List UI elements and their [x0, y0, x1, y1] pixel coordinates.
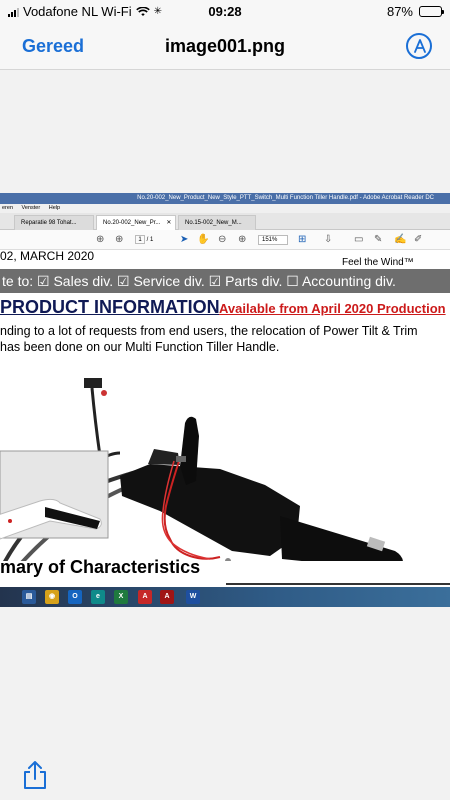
tab-label: No.20-002_New_Pr... — [103, 220, 161, 226]
windows-taskbar: ▤ ◉ Oe X A A W — [0, 587, 450, 607]
availability-note: Available from April 2020 Production — [219, 301, 446, 316]
previous-page-icon[interactable]: ⊕ — [96, 233, 104, 247]
distribution-route: te to: ☑ Sales div. ☑ Service div. ☑ Par… — [0, 269, 450, 293]
tab-close-icon[interactable]: ✕ — [166, 220, 171, 226]
tab-no20-002[interactable]: No.20-002_New_Pr... ✕ — [96, 215, 176, 230]
document-body-line: has been done on our Multi Function Till… — [0, 340, 280, 354]
acrobat-active-icon[interactable]: A — [160, 590, 174, 604]
acrobat-icon[interactable]: A — [138, 590, 152, 604]
comment-icon[interactable]: ▭ — [354, 233, 363, 247]
zoom-select[interactable]: 151% — [258, 235, 288, 245]
screenshot-image: No.20-002_New_Product_New_Style_PTT_Swit… — [0, 193, 450, 607]
status-time: 09:28 — [208, 4, 242, 19]
highlight-pen-icon[interactable]: ✎ — [374, 233, 382, 247]
menu-item-edit[interactable]: eren — [2, 205, 13, 211]
scroll-mode-icon[interactable]: ⇩ — [324, 233, 332, 247]
menu-item-window[interactable]: Venster — [22, 205, 41, 211]
document-date: 02, MARCH 2020 — [0, 249, 95, 263]
chrome-icon[interactable]: ◉ — [45, 590, 59, 604]
tab-label: Reparatie 98 Tohat... — [21, 220, 77, 226]
file-explorer-icon[interactable]: ▤ — [22, 590, 36, 604]
select-cursor-icon[interactable]: ➤ — [180, 233, 188, 247]
summary-heading: mary of Characteristics — [0, 557, 201, 577]
tiller-handle-photo — [0, 378, 403, 561]
status-right: 87% — [386, 4, 444, 19]
excel-icon[interactable]: X — [114, 590, 128, 604]
acrobat-tab-bar: Reparatie 98 Tohat... No.20-002_New_Pr..… — [0, 213, 450, 230]
nav-bar: Gereed image001.png — [0, 24, 450, 70]
acrobat-toolbar: ⊕ ⊕ 1 / 1 ➤ ✋ ⊖ ⊕ 151% ⊞ ⇩ ▭ ✎ ✍ ✐ — [0, 230, 450, 250]
document-tagline: Feel the Wind™ — [342, 257, 414, 268]
tab-no15-002[interactable]: No.15-002_New_M... — [178, 215, 256, 230]
zoom-in-icon[interactable]: ⊕ — [238, 233, 246, 247]
edge-icon[interactable]: e — [91, 590, 105, 604]
nav-title: image001.png — [164, 36, 286, 56]
status-bar: Vodafone NL Wi-Fi ✳ 09:28 87% — [0, 0, 450, 24]
fill-sign-icon[interactable]: ✐ — [414, 233, 422, 247]
document-heading: PRODUCT INFORMATION — [0, 297, 220, 317]
tab-label: No.15-002_New_M... — [185, 220, 242, 226]
page-number-input[interactable]: 1 — [135, 235, 145, 244]
tab-reparatie[interactable]: Reparatie 98 Tohat... — [14, 215, 94, 230]
sign-icon[interactable]: ✍ — [394, 233, 406, 247]
acrobat-window-title: No.20-002_New_Product_New_Style_PTT_Swit… — [0, 193, 450, 204]
markup-pen-icon[interactable] — [406, 33, 432, 59]
document-body-line: nding to a lot of requests from end user… — [0, 324, 418, 338]
share-icon[interactable] — [22, 760, 48, 790]
page-indicator: 1 / 1 — [135, 235, 153, 244]
zoom-out-icon[interactable]: ⊖ — [218, 233, 226, 247]
hand-tool-icon[interactable]: ✋ — [197, 233, 209, 247]
battery-percent: 87% — [386, 4, 413, 19]
fit-page-icon[interactable]: ⊞ — [298, 233, 306, 247]
word-icon[interactable]: W — [186, 590, 200, 604]
document-divider — [226, 583, 450, 585]
battery-icon — [419, 6, 444, 17]
next-page-icon[interactable]: ⊕ — [115, 233, 123, 247]
acrobat-menu-bar: eren Venster Help — [0, 204, 450, 213]
menu-item-help[interactable]: Help — [49, 205, 60, 211]
page-total: / 1 — [146, 237, 154, 243]
outlook-icon[interactable]: O — [68, 590, 82, 604]
